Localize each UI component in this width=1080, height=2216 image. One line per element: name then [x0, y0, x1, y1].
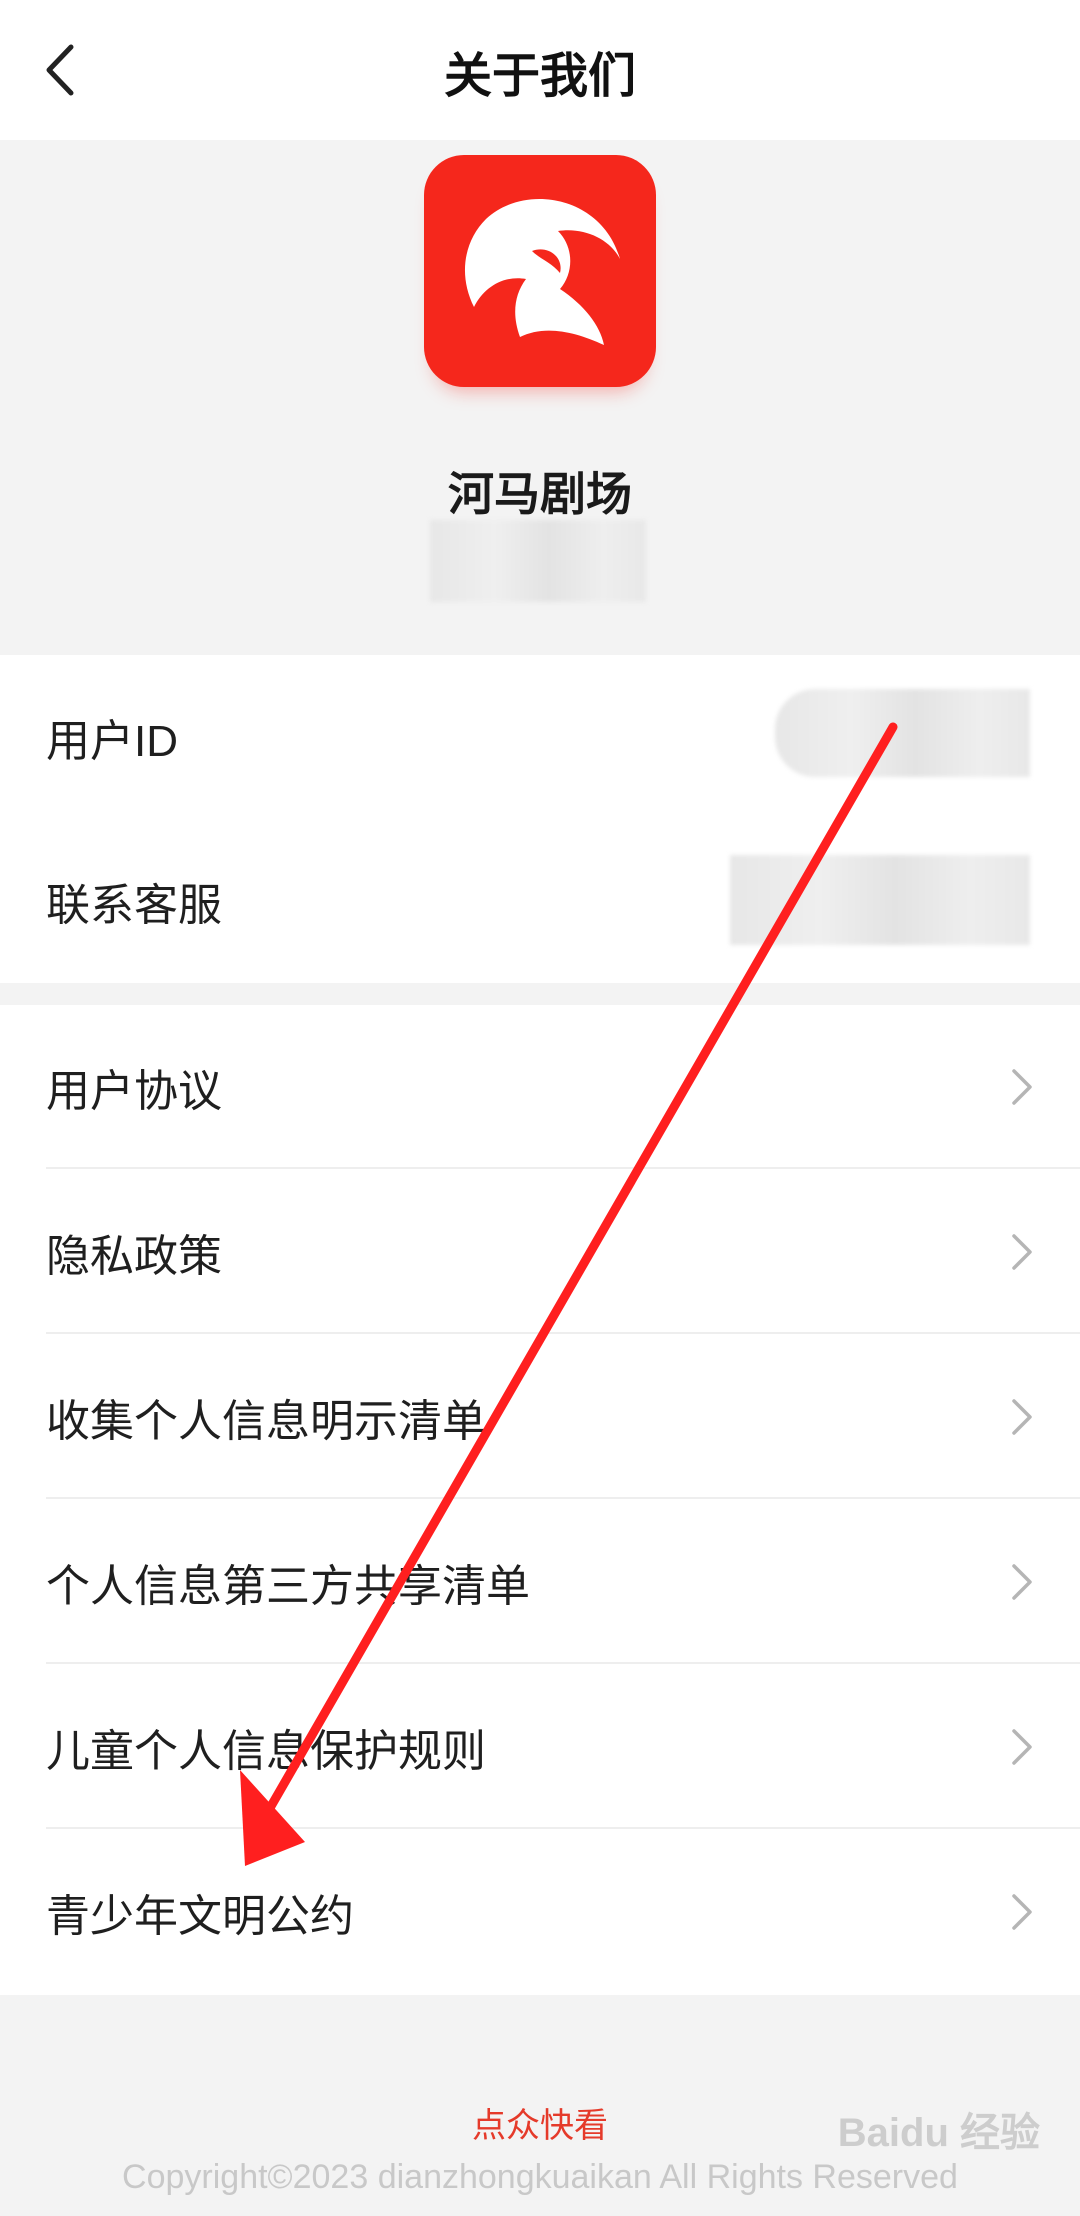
- link-row-children-protection[interactable]: 儿童个人信息保护规则: [0, 1665, 1080, 1829]
- link-label: 青少年文明公约: [46, 1892, 354, 1941]
- link-label: 儿童个人信息保护规则: [46, 1727, 486, 1776]
- link-label: 用户协议: [46, 1067, 222, 1116]
- customer-service-value-redacted: [730, 855, 1030, 945]
- link-label: 个人信息第三方共享清单: [46, 1562, 530, 1611]
- chevron-right-icon: [1012, 1234, 1032, 1270]
- links-card: 用户协议 隐私政策 收集个人信息明示清单 个人信息第三方共享清单 儿童个人信息保…: [0, 1005, 1080, 1995]
- user-id-label: 用户ID: [46, 717, 178, 766]
- top-bar: 关于我们: [0, 0, 1080, 140]
- chevron-right-icon: [1012, 1729, 1032, 1765]
- divider: [46, 1827, 1080, 1829]
- customer-service-row[interactable]: 联系客服: [0, 819, 1080, 983]
- page-title: 关于我们: [443, 50, 636, 103]
- customer-service-label: 联系客服: [46, 881, 222, 930]
- link-label: 收集个人信息明示清单: [46, 1397, 486, 1446]
- divider: [46, 1167, 1080, 1169]
- link-row-privacy-policy[interactable]: 隐私政策: [0, 1170, 1080, 1334]
- divider: [46, 1662, 1080, 1664]
- chevron-right-icon: [1012, 1564, 1032, 1600]
- app-hero: 河马剧场: [0, 140, 1080, 655]
- app-logo: [424, 155, 656, 387]
- divider: [46, 1497, 1080, 1499]
- chevron-right-icon: [1012, 1069, 1032, 1105]
- link-row-youth-convention[interactable]: 青少年文明公约: [0, 1830, 1080, 1994]
- play-swirl-logo-icon: [464, 198, 620, 345]
- link-row-user-agreement[interactable]: 用户协议: [0, 1005, 1080, 1169]
- link-row-third-party-sharing[interactable]: 个人信息第三方共享清单: [0, 1500, 1080, 1664]
- divider: [46, 1332, 1080, 1334]
- link-row-personal-info-list[interactable]: 收集个人信息明示清单: [0, 1335, 1080, 1499]
- watermark: Baidu 经验: [837, 2111, 1040, 2155]
- version-redacted: [430, 520, 646, 602]
- link-label: 隐私政策: [46, 1232, 222, 1281]
- app-name: 河马剧场: [448, 468, 632, 520]
- user-id-row[interactable]: 用户ID: [0, 655, 1080, 819]
- footer-copyright: Copyright©2023 dianzhongkuaikan All Righ…: [122, 2158, 958, 2196]
- user-id-value-redacted: [775, 689, 1030, 777]
- chevron-right-icon: [1012, 1399, 1032, 1435]
- chevron-right-icon: [1012, 1894, 1032, 1930]
- info-card: 用户ID 联系客服: [0, 655, 1080, 983]
